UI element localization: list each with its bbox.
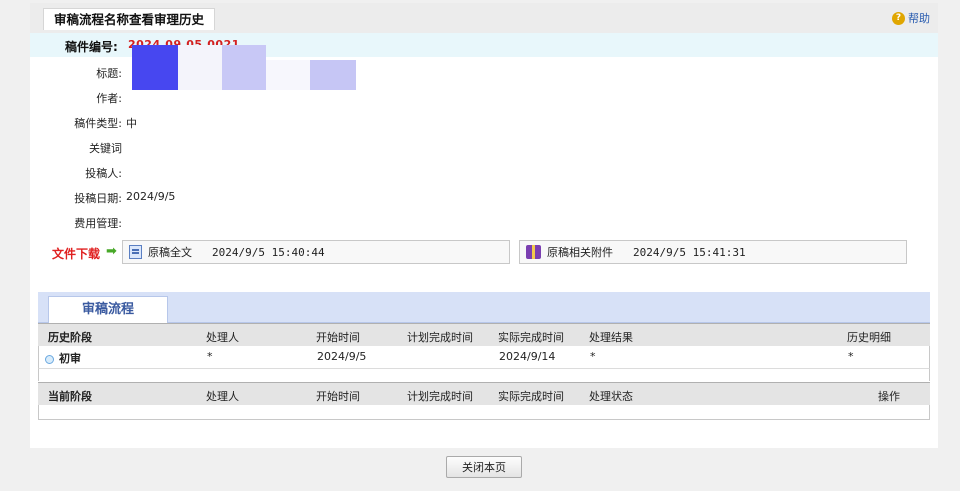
redaction-block	[132, 45, 178, 90]
keywords-label: 关键词	[89, 142, 122, 155]
column-header: 处理人	[206, 390, 239, 403]
arrow-right-icon: ➡	[106, 244, 117, 259]
close-page-button[interactable]: 关闭本页	[446, 456, 522, 478]
submitter-label: 投稿人:	[85, 167, 122, 180]
history-detail[interactable]: *	[848, 350, 854, 363]
tab-review-flow[interactable]: 审稿流程	[48, 296, 168, 324]
download-name[interactable]: 原稿全文	[148, 244, 192, 260]
download-attachments[interactable]: 原稿相关附件 2024/9/5 15:41:31	[519, 240, 907, 264]
stage-name: 初审	[59, 352, 81, 365]
current-table-header: 当前阶段 处理人 开始时间 计划完成时间 实际完成时间 处理状态 操作	[38, 382, 930, 406]
table-spacer	[38, 369, 930, 381]
table-empty-row	[38, 405, 930, 420]
stage-dot-icon	[45, 354, 54, 364]
type-value: 中	[126, 117, 137, 130]
author-label: 作者:	[96, 92, 122, 105]
history-table-header: 历史阶段 处理人 开始时间 计划完成时间 实际完成时间 处理结果 历史明细	[38, 323, 930, 347]
download-time: 2024/9/5 15:40:44	[212, 245, 325, 259]
help-icon: ?	[892, 11, 905, 25]
column-header: 当前阶段	[48, 390, 92, 403]
column-header: 处理人	[206, 331, 239, 344]
column-header: 处理结果	[589, 331, 633, 344]
page-title: 审稿流程名称查看审理历史	[43, 8, 216, 30]
download-label: 文件下载	[52, 247, 101, 261]
column-header: 历史阶段	[48, 331, 92, 344]
column-header: 开始时间	[316, 390, 360, 403]
download-fulltext[interactable]: 原稿全文 2024/9/5 15:40:44	[122, 240, 510, 264]
help-label: 帮助	[908, 12, 930, 25]
column-header: 处理状态	[589, 390, 633, 403]
type-label: 稿件类型:	[74, 117, 122, 130]
history-result: *	[590, 350, 596, 363]
submit-date-label: 投稿日期:	[74, 192, 122, 205]
history-actual: 2024/9/14	[499, 350, 556, 363]
fee-label: 费用管理:	[74, 217, 122, 230]
history-handler: *	[207, 350, 213, 363]
submit-date-value: 2024/9/5	[126, 190, 176, 203]
download-name[interactable]: 原稿相关附件	[547, 244, 613, 260]
column-header: 计划完成时间	[407, 390, 473, 403]
redaction-block	[222, 45, 266, 90]
column-header: 计划完成时间	[407, 331, 473, 344]
redaction-block	[310, 60, 356, 90]
title-label: 标题:	[96, 67, 122, 80]
history-stage: 初审	[45, 350, 81, 366]
column-header: 实际完成时间	[498, 331, 564, 344]
column-header: 开始时间	[316, 331, 360, 344]
redaction-block	[266, 60, 310, 90]
document-icon	[129, 245, 142, 259]
manuscript-id-label: 稿件编号:	[65, 40, 118, 54]
column-header: 操作	[878, 390, 900, 403]
archive-icon	[526, 245, 541, 259]
flow-tab-bar	[38, 292, 930, 323]
table-row: 初审 * 2024/9/5 2024/9/14 * *	[38, 346, 930, 369]
download-time: 2024/9/5 15:41:31	[633, 245, 746, 259]
help-link[interactable]: ? 帮助	[892, 10, 930, 26]
column-header: 历史明细	[847, 331, 891, 344]
redaction-block	[178, 45, 222, 90]
history-start: 2024/9/5	[317, 350, 367, 363]
column-header: 实际完成时间	[498, 390, 564, 403]
